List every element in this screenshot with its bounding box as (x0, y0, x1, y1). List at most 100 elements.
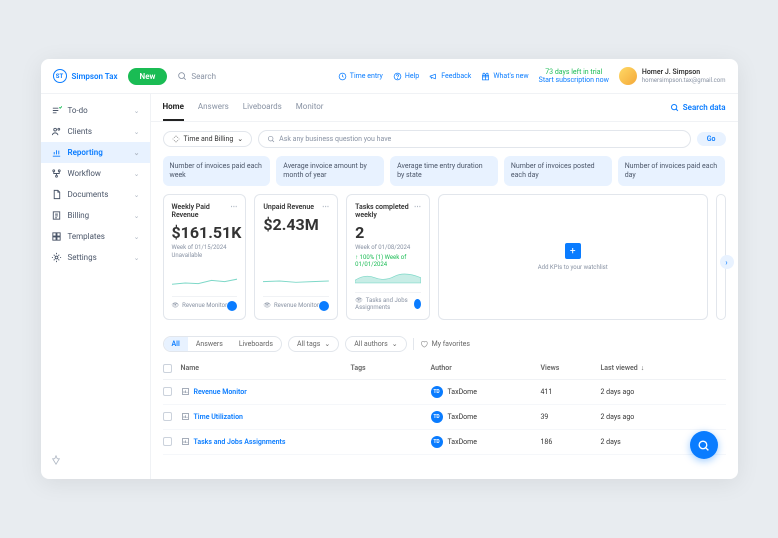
tab-home[interactable]: Home (163, 94, 184, 121)
user-info: Homer J. Simpson homersimpson.tax@gmail.… (642, 68, 726, 84)
search-fab[interactable] (690, 431, 718, 459)
ask-input[interactable]: Ask any business question you have (258, 130, 691, 148)
sparkle-icon (172, 135, 180, 143)
segment-all[interactable]: All (164, 337, 188, 351)
sidebar-item-label: Templates (68, 232, 105, 241)
sidebar-item-reporting[interactable]: Reporting⌄ (41, 142, 150, 163)
user-menu[interactable]: Homer J. Simpson homersimpson.tax@gmail.… (619, 67, 726, 85)
col-author[interactable]: Author (431, 364, 541, 372)
kpi-value: $2.43M (263, 215, 329, 234)
author-name: TaxDome (448, 413, 478, 421)
status-dot (414, 299, 421, 309)
top-links: Time entry Help Feedback What's new 73 d… (338, 67, 726, 85)
tags-dropdown[interactable]: All tags ⌄ (288, 336, 339, 352)
row-name-link[interactable]: Time Utilization (181, 412, 351, 421)
ask-bar: Time and Billing ⌄ Ask any business ques… (151, 122, 738, 156)
chevron-down-icon: ⌄ (134, 191, 140, 199)
time-entry-link[interactable]: Time entry (338, 72, 383, 81)
authors-dropdown[interactable]: All authors ⌄ (345, 336, 406, 352)
whats-new-label: What's new (493, 72, 528, 80)
kpi-footer-label: 👁Tasks and Jobs Assignments (355, 297, 414, 311)
author-name: TaxDome (448, 438, 478, 446)
sidebar-item-billing[interactable]: Billing⌄ (41, 205, 150, 226)
search-data-button[interactable]: Search data (670, 103, 726, 112)
status-dot (227, 301, 237, 311)
status-dot (319, 301, 329, 311)
suggestion-chip[interactable]: Average time entry duration by state (390, 156, 498, 186)
sidebar-item-workflow[interactable]: Workflow⌄ (41, 163, 150, 184)
kpi-menu-button[interactable]: ⋯ (414, 203, 421, 219)
sidebar-item-to-do[interactable]: To-do⌄ (41, 100, 150, 121)
tab-answers[interactable]: Answers (198, 94, 229, 121)
sidebar-item-label: Billing (68, 211, 90, 220)
kpi-menu-button[interactable]: ⋯ (230, 203, 237, 219)
liveboard-icon (181, 412, 190, 421)
help-label: Help (405, 72, 419, 80)
col-tags[interactable]: Tags (351, 364, 431, 372)
authors-label: All authors (354, 340, 388, 348)
chevron-down-icon: ⌄ (134, 233, 140, 241)
pin-toggle[interactable] (41, 447, 150, 473)
app-window: ST Simpson Tax New Search Time entry Hel… (41, 59, 738, 479)
category-dropdown[interactable]: Time and Billing ⌄ (163, 131, 253, 147)
favorites-toggle[interactable]: My favorites (420, 340, 470, 348)
row-checkbox[interactable] (163, 387, 172, 396)
go-button[interactable]: Go (697, 132, 726, 146)
sidebar-item-clients[interactable]: Clients⌄ (41, 121, 150, 142)
table-header: Name Tags Author Views Last viewed↓ (163, 358, 726, 380)
whats-new-link[interactable]: What's new (481, 72, 528, 81)
segment-answers[interactable]: Answers (188, 337, 231, 351)
suggestion-chip[interactable]: Average invoice amount by month of year (276, 156, 384, 186)
suggestion-chip[interactable]: Number of invoices paid each week (163, 156, 271, 186)
help-link[interactable]: Help (393, 72, 419, 81)
chevron-down-icon: ⌄ (134, 170, 140, 178)
row-checkbox[interactable] (163, 412, 172, 421)
segment-liveboards[interactable]: Liveboards (231, 337, 281, 351)
col-views[interactable]: Views (541, 364, 601, 372)
kpi-card[interactable]: Tasks completed weekly⋯2Week of 01/08/20… (346, 194, 430, 320)
sidebar-item-documents[interactable]: Documents⌄ (41, 184, 150, 205)
tab-liveboards[interactable]: Liveboards (243, 94, 282, 121)
main-tabs: Home Answers Liveboards Monitor Search data (151, 94, 738, 122)
filter-bar: AllAnswersLiveboards All tags ⌄ All auth… (151, 330, 738, 358)
sidebar-item-label: Settings (68, 253, 97, 262)
trial-days: 73 days left in trial (539, 68, 609, 76)
content-table: Name Tags Author Views Last viewed↓ Reve… (151, 358, 738, 455)
kpi-trend: ↑ 100% (1) Week of 01/01/2024 (355, 254, 421, 268)
chevron-down-icon: ⌄ (134, 128, 140, 136)
search-icon (267, 135, 275, 143)
kpi-menu-button[interactable]: ⋯ (322, 203, 329, 211)
select-all-checkbox[interactable] (163, 364, 172, 373)
row-name-link[interactable]: Tasks and Jobs Assignments (181, 437, 351, 446)
global-search[interactable]: Search (177, 71, 327, 81)
sidebar: To-do⌄Clients⌄Reporting⌄Workflow⌄Documen… (41, 94, 151, 479)
megaphone-icon (429, 72, 438, 81)
sparkline (172, 272, 238, 290)
user-email: homersimpson.tax@gmail.com (642, 77, 726, 84)
tab-monitor[interactable]: Monitor (296, 94, 324, 121)
scroll-right-button[interactable]: › (720, 255, 734, 269)
kpi-footer-label: 👁Revenue Monitor (172, 302, 228, 309)
brand[interactable]: ST Simpson Tax (53, 69, 118, 83)
suggestion-chip[interactable]: Number of invoices paid each day (618, 156, 726, 186)
sidebar-item-settings[interactable]: Settings⌄ (41, 247, 150, 268)
liveboard-icon (181, 387, 190, 396)
row-name-link[interactable]: Revenue Monitor (181, 387, 351, 396)
trial-status[interactable]: 73 days left in trial Start subscription… (539, 68, 609, 85)
new-button[interactable]: New (128, 68, 168, 85)
row-checkbox[interactable] (163, 437, 172, 446)
suggestion-chip[interactable]: Number of invoices posted each day (504, 156, 612, 186)
body: To-do⌄Clients⌄Reporting⌄Workflow⌄Documen… (41, 94, 738, 479)
main: HomeAnswersLiveboardsMonitor Search data… (151, 94, 738, 479)
clock-icon (338, 72, 347, 81)
search-icon (670, 103, 679, 112)
time-entry-label: Time entry (350, 72, 383, 80)
sidebar-item-templates[interactable]: Templates ⌄ (41, 226, 150, 247)
add-kpi-card[interactable]: + Add KPIs to your watchlist (438, 194, 708, 320)
feedback-link[interactable]: Feedback (429, 72, 471, 81)
kpi-card[interactable]: Unpaid Revenue⋯$2.43M👁Revenue Monitor (254, 194, 338, 320)
col-name[interactable]: Name (181, 364, 351, 372)
search-icon (697, 439, 710, 452)
col-last-viewed[interactable]: Last viewed↓ (601, 364, 681, 372)
kpi-card[interactable]: Weekly Paid Revenue⋯$161.51KWeek of 01/1… (163, 194, 247, 320)
